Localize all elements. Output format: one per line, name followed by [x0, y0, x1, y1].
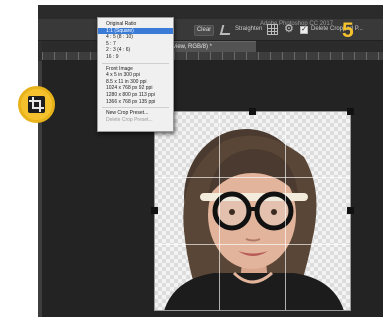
- photo-canvas[interactable]: [154, 111, 351, 311]
- gear-icon[interactable]: ⚙: [284, 22, 294, 35]
- crop-icon-glyph: [29, 97, 44, 112]
- canvas-area[interactable]: [42, 61, 383, 317]
- menu-item[interactable]: 16 : 9: [98, 54, 173, 61]
- menu-item[interactable]: 2 : 3 (4 : 6): [98, 47, 173, 54]
- crop-ratio-dropdown-menu[interactable]: Original Ratio 1:1 (Square) 4 : 5 (8 : 1…: [97, 17, 174, 132]
- ruler-horizontal: [42, 52, 383, 61]
- menu-separator: [102, 61, 169, 64]
- crop-grid-line: [154, 177, 351, 178]
- crop-grid-line: [285, 111, 286, 311]
- menu-item[interactable]: 1024 x 768 px 92 ppi: [98, 85, 173, 92]
- menu-item[interactable]: 5 : 7: [98, 41, 173, 48]
- crop-grid-line: [154, 244, 351, 245]
- menu-item[interactable]: Original Ratio: [98, 21, 173, 28]
- menu-item[interactable]: 1366 x 768 px 135 ppi: [98, 99, 173, 106]
- menu-item[interactable]: Front Image: [98, 66, 173, 73]
- crop-handle-top[interactable]: [249, 108, 256, 115]
- portrait-image: [164, 129, 344, 311]
- step-number-annotation: 5: [342, 19, 354, 42]
- crop-handle-top-right[interactable]: [347, 108, 354, 115]
- photoshop-window: Adobe Photoshop CC 2017 ⇕ Clear Straight…: [38, 5, 383, 317]
- grid-overlay-icon[interactable]: [267, 24, 278, 35]
- menu-separator: [102, 105, 169, 109]
- crop-tool-highlight: [18, 86, 55, 123]
- menu-item[interactable]: 4 : 5 (8 : 10): [98, 34, 173, 41]
- options-bar: Adobe Photoshop CC 2017 ⇕ Clear Straight…: [38, 19, 383, 41]
- menu-item[interactable]: 1280 x 800 px 113 ppi: [98, 92, 173, 99]
- menu-item[interactable]: New Crop Preset...: [98, 110, 173, 117]
- straighten-icon[interactable]: [219, 25, 233, 35]
- menu-item-selected[interactable]: 1:1 (Square): [98, 27, 173, 35]
- crop-handle-left[interactable]: [151, 207, 158, 214]
- delete-cropped-label[interactable]: Delete Cropped P...: [311, 26, 363, 32]
- menu-item-disabled: Delete Crop Preset...: [106, 116, 153, 123]
- menu-item[interactable]: 8.5 x 11 in 300 ppi: [98, 79, 173, 86]
- delete-cropped-checkbox[interactable]: ✓: [300, 26, 308, 34]
- crop-handle-right[interactable]: [347, 207, 354, 214]
- clear-button[interactable]: Clear: [194, 25, 214, 36]
- crop-grid-line: [219, 111, 220, 311]
- menu-item[interactable]: 4 x 5 in 300 ppi: [98, 72, 173, 79]
- crop-icon[interactable]: [28, 96, 45, 113]
- straighten-label[interactable]: Straighten: [235, 26, 262, 32]
